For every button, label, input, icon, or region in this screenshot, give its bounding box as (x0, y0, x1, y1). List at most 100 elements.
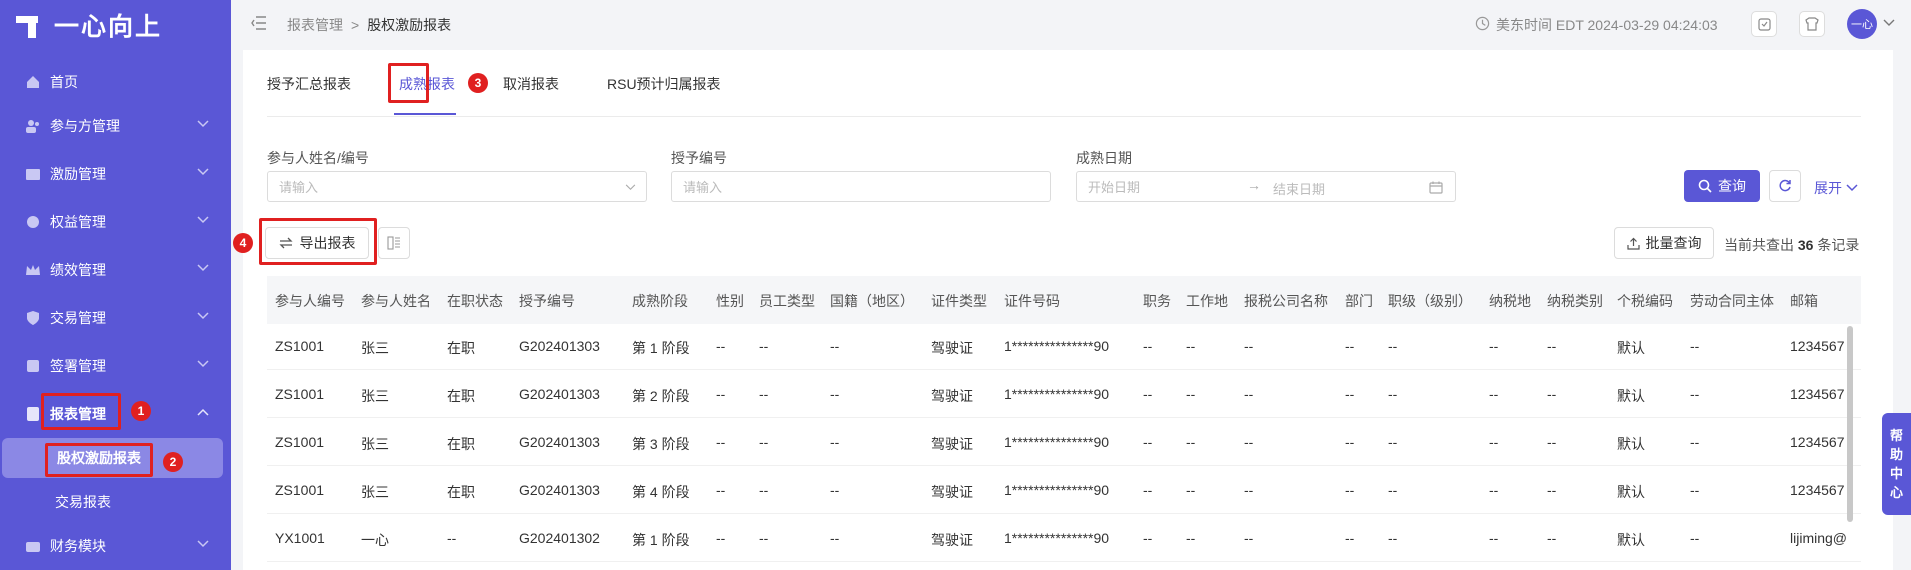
table-cell: -- (1244, 530, 1254, 546)
expand-toggle[interactable]: 展开 (1814, 178, 1858, 198)
grant-id-input[interactable]: 请输入 (671, 171, 1051, 202)
chevron-down-icon (197, 540, 209, 548)
tab-cancel-report[interactable]: 取消报表 (503, 74, 559, 94)
table-cell: ZS1001 (275, 386, 325, 402)
grant-filter-label: 授予编号 (671, 150, 727, 166)
table-scrollbar[interactable] (1847, 326, 1853, 522)
help-char: 心 (1889, 485, 1903, 500)
table-cell: 在职 (447, 388, 475, 404)
export-report-button[interactable]: 导出报表 (265, 227, 369, 259)
clipboard-icon[interactable] (1751, 11, 1777, 37)
chevron-down-icon[interactable] (1883, 19, 1895, 27)
sidebar-item-label: 财务模块 (50, 538, 106, 554)
table-cell: 默认 (1617, 532, 1645, 548)
export-button-label: 导出报表 (299, 235, 356, 251)
breadcrumb-parent[interactable]: 报表管理 (287, 15, 343, 35)
home-icon (24, 73, 42, 91)
table-cell: 1234567 (1790, 338, 1845, 354)
table-cell: 默认 (1617, 340, 1645, 356)
query-button[interactable]: 查询 (1684, 170, 1760, 202)
table-cell: -- (830, 482, 840, 498)
table-cell: 1***************90 (1004, 338, 1110, 354)
table-cell: -- (1345, 434, 1355, 450)
sidebar-item-participants[interactable]: 参与方管理 (0, 106, 231, 146)
table-cell: 驾驶证 (931, 484, 973, 500)
arrow-right-icon: → (1247, 177, 1261, 193)
end-date-placeholder: 结束日期 (1273, 182, 1326, 197)
table-cell: 一心 (361, 532, 389, 548)
table-cell: -- (716, 482, 726, 498)
sidebar-subitem-equity-report[interactable]: 股权激励报表 (2, 438, 223, 478)
column-header: 工作地 (1186, 293, 1228, 309)
tab-vesting-report[interactable]: 成熟报表 (399, 74, 455, 94)
table-cell: -- (716, 530, 726, 546)
table-cell: -- (447, 530, 457, 546)
annotation-badge-3: 3 (468, 73, 488, 93)
tab-grant-summary[interactable]: 授予汇总报表 (267, 74, 351, 94)
table-cell: -- (1690, 434, 1700, 450)
sidebar-item-label: 参与方管理 (50, 118, 120, 134)
sidebar-subitem-trade-report[interactable]: 交易报表 (0, 482, 231, 522)
table-cell: -- (1143, 530, 1153, 546)
sidebar-item-trading[interactable]: 交易管理 (0, 298, 231, 338)
column-header: 纳税类别 (1547, 293, 1603, 309)
table-cell: -- (1143, 338, 1153, 354)
column-settings-button[interactable] (378, 227, 410, 259)
sidebar-item-home[interactable]: 首页 (0, 62, 231, 102)
table-cell: -- (1690, 338, 1700, 354)
table-cell: 默认 (1617, 484, 1645, 500)
table-cell: -- (830, 434, 840, 450)
table-cell: -- (1186, 434, 1196, 450)
column-header: 职级（级别） (1388, 293, 1472, 309)
sidebar-item-reports[interactable]: 报表管理 (0, 394, 231, 434)
table-cell: ZS1001 (275, 338, 325, 354)
date-range-picker[interactable]: 开始日期 → 结束日期 (1076, 171, 1456, 202)
report-icon (24, 405, 42, 423)
sidebar-item-label: 报表管理 (50, 406, 106, 422)
table-cell: -- (759, 530, 769, 546)
sidebar-item-incentive[interactable]: 激励管理 (0, 154, 231, 194)
table-cell: 第 4 阶段 (632, 484, 690, 500)
table-cell: -- (716, 434, 726, 450)
table-cell: -- (1143, 434, 1153, 450)
table-row (267, 369, 1861, 370)
batch-query-button[interactable]: 批量查询 (1614, 227, 1714, 259)
tabs-divider (267, 116, 1861, 117)
table-cell: 第 1 阶段 (632, 340, 690, 356)
column-header: 在职状态 (447, 293, 503, 309)
table-cell: -- (1345, 338, 1355, 354)
column-header: 报税公司名称 (1244, 293, 1328, 309)
table-cell: 驾驶证 (931, 340, 973, 356)
sidebar-item-performance[interactable]: 绩效管理 (0, 250, 231, 290)
sidebar-item-finance[interactable]: 财务模块 (0, 526, 231, 566)
chevron-down-icon (1846, 184, 1858, 192)
table-row (267, 561, 1861, 562)
table-cell: -- (1244, 338, 1254, 354)
column-header: 参与人编号 (275, 293, 345, 309)
chevron-down-icon (197, 120, 209, 128)
grant-input-placeholder: 请输入 (683, 180, 723, 195)
reset-button[interactable] (1769, 170, 1801, 202)
avatar[interactable]: 一心 (1847, 9, 1877, 39)
table-cell: -- (1547, 386, 1557, 402)
breadcrumb: 报表管理 > 股权激励报表 (287, 15, 451, 35)
table-cell: 1***************90 (1004, 434, 1110, 450)
help-center-button[interactable]: 帮 助 中 心 (1882, 413, 1911, 515)
chevron-down-icon (197, 312, 209, 320)
table-cell: -- (759, 338, 769, 354)
table-cell: -- (1690, 530, 1700, 546)
sidebar-item-equity[interactable]: 权益管理 (0, 202, 231, 242)
table-cell: 在职 (447, 484, 475, 500)
chevron-down-icon (197, 360, 209, 368)
tab-rsu-report[interactable]: RSU预计归属报表 (607, 74, 721, 94)
table-cell: -- (1186, 482, 1196, 498)
column-header: 纳税地 (1489, 293, 1531, 309)
collapse-menu-icon[interactable] (251, 16, 267, 33)
sidebar-item-signing[interactable]: 签署管理 (0, 346, 231, 386)
shirt-icon[interactable] (1799, 11, 1825, 37)
table-cell: -- (1143, 386, 1153, 402)
table-cell: -- (830, 530, 840, 546)
participant-input[interactable]: 请输入 (267, 171, 647, 202)
table-cell: 默认 (1617, 388, 1645, 404)
table-cell: 张三 (361, 436, 389, 452)
